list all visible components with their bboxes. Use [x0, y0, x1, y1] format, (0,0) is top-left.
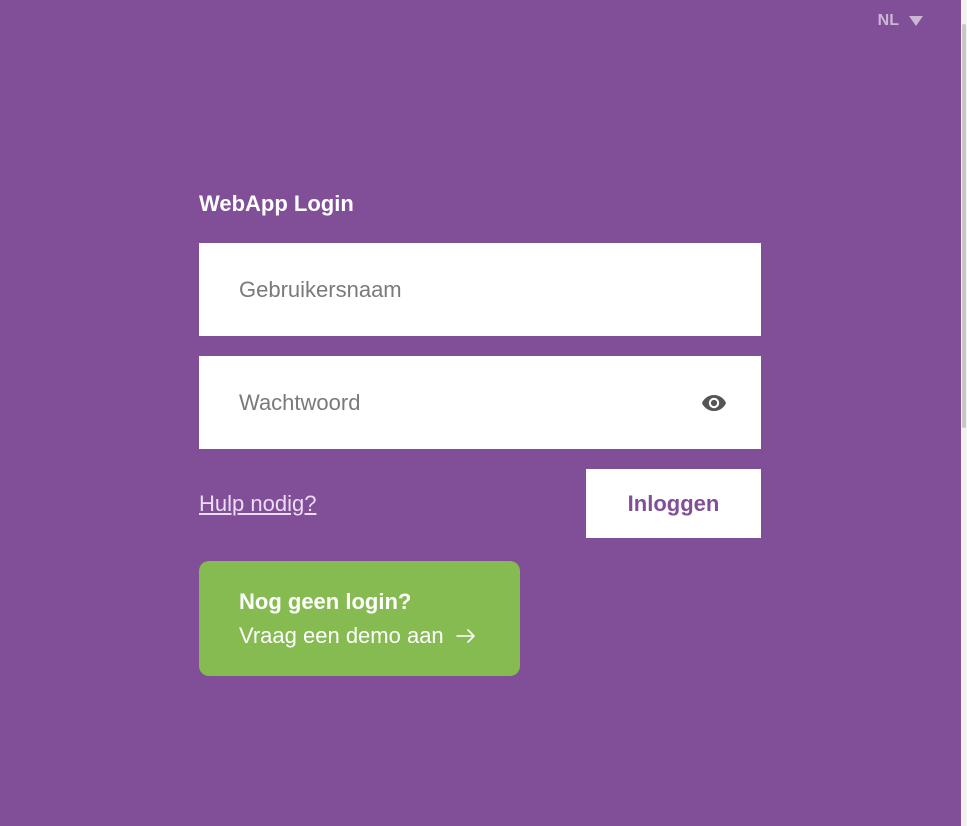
username-field-container	[199, 243, 761, 336]
help-link[interactable]: Hulp nodig?	[199, 491, 316, 517]
password-field-container	[199, 356, 761, 449]
language-selector[interactable]: NL	[878, 12, 923, 30]
username-input[interactable]	[199, 243, 761, 336]
eye-icon[interactable]	[701, 394, 727, 412]
language-code: NL	[877, 12, 899, 29]
scrollbar-thumb[interactable]	[962, 24, 966, 428]
demo-heading: Nog geen login?	[239, 589, 412, 614]
demo-link-label: Vraag een demo aan	[239, 623, 444, 648]
login-title: WebApp Login	[199, 191, 354, 216]
login-panel: WebApp Login Hulp nodig? Inloggen Nog ge…	[199, 188, 761, 676]
arrow-right-icon	[455, 629, 475, 643]
password-input[interactable]	[199, 356, 761, 449]
login-button[interactable]: Inloggen	[586, 469, 761, 538]
demo-request-card[interactable]: Nog geen login? Vraag een demo aan	[199, 561, 520, 676]
login-actions: Hulp nodig? Inloggen	[199, 469, 761, 538]
chevron-down-icon	[909, 16, 923, 26]
page-scrollbar[interactable]	[961, 0, 967, 826]
demo-link[interactable]: Vraag een demo aan	[239, 618, 480, 654]
